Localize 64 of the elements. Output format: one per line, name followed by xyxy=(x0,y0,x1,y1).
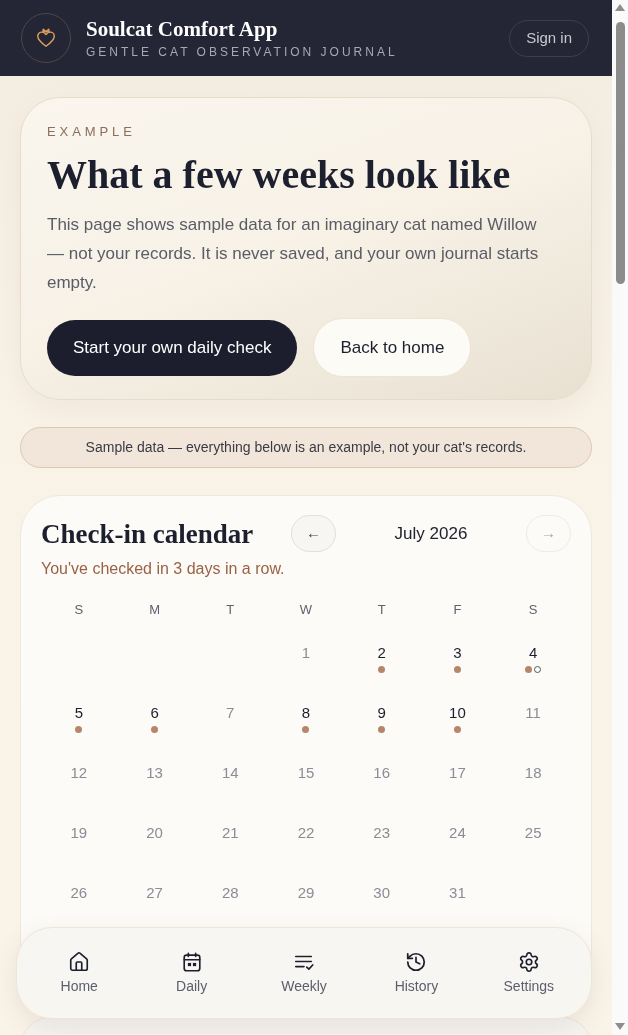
calendar-day[interactable]: 4 xyxy=(528,643,538,663)
calendar-day[interactable]: 1 xyxy=(301,643,311,663)
weekday-label: T xyxy=(226,602,235,618)
calendar-day[interactable]: 7 xyxy=(226,703,235,723)
heart-icon xyxy=(35,27,57,49)
scrollbar-thumb[interactable] xyxy=(615,22,625,284)
settings-icon xyxy=(517,951,540,973)
nav-tab[interactable]: Home xyxy=(23,943,136,1003)
nav-tab[interactable]: Daily xyxy=(135,943,248,1003)
calendar-day[interactable]: 23 xyxy=(373,823,391,843)
calendar-icon xyxy=(180,951,203,973)
calendar-day[interactable]: 29 xyxy=(297,883,315,903)
hero-description: This page shows sample data for an imaginary cat named Willow — not your records. It is never saved, and your own journal starts empty. xyxy=(47,214,540,294)
calendar-day[interactable]: 26 xyxy=(70,883,88,903)
calendar-title: Check-in calendar xyxy=(41,517,254,550)
weekday-label: W xyxy=(299,602,313,618)
scroll-up-arrow-icon[interactable] xyxy=(615,4,625,11)
home-icon xyxy=(68,951,91,973)
eyebrow-label: EXAMPLE xyxy=(47,124,137,140)
calendar-day[interactable]: 12 xyxy=(70,763,88,783)
history-icon xyxy=(405,951,428,973)
calendar-day[interactable]: 30 xyxy=(373,883,391,903)
calendar-day[interactable]: 15 xyxy=(297,763,315,783)
calendar-day[interactable]: 16 xyxy=(373,763,391,783)
calendar-day[interactable]: 20 xyxy=(146,823,163,843)
weekday-label: S xyxy=(74,602,84,618)
calendar-day[interactable]: 24 xyxy=(449,823,466,843)
month-label: July 2026 xyxy=(393,522,469,545)
calendar-day[interactable]: 10 xyxy=(449,703,466,723)
weekday-label: S xyxy=(528,602,538,618)
calendar-day[interactable]: 18 xyxy=(524,763,542,783)
calendar-day[interactable]: 14 xyxy=(221,763,239,783)
nav-tab[interactable]: Settings xyxy=(472,943,586,1003)
weekday-label: T xyxy=(377,602,386,618)
hero-title: What a few weeks look like xyxy=(47,152,512,198)
calendar-day[interactable]: 6 xyxy=(150,703,159,723)
scrollbar[interactable] xyxy=(612,0,628,1035)
back-home-button[interactable]: Back to home xyxy=(313,318,472,377)
nav-tab[interactable]: History xyxy=(360,943,473,1003)
calendar-day[interactable]: 11 xyxy=(525,703,541,723)
nav-tab[interactable]: Weekly xyxy=(247,943,361,1003)
previous-month-button[interactable]: ← xyxy=(291,515,336,552)
app-subtitle: GENTLE CAT OBSERVATION JOURNAL xyxy=(86,45,398,60)
calendar-day[interactable]: 8 xyxy=(301,703,311,723)
calendar-day[interactable]: 28 xyxy=(221,883,239,903)
streak-message: You've checked in 3 days in a row. xyxy=(41,559,286,579)
calendar-day[interactable]: 22 xyxy=(297,823,315,843)
calendar-day[interactable]: 21 xyxy=(221,823,239,843)
weekday-label: F xyxy=(453,602,462,618)
calendar-day[interactable]: 19 xyxy=(70,823,88,843)
sample-data-notice: Sample data — everything below is an example, not your cat's records. xyxy=(20,427,592,468)
calendar-day[interactable]: 9 xyxy=(377,703,386,723)
scroll-down-arrow-icon[interactable] xyxy=(615,1023,625,1030)
calendar-day[interactable]: 25 xyxy=(524,823,542,843)
app-title: Soulcat Comfort App xyxy=(86,16,279,42)
calendar-day[interactable]: 5 xyxy=(74,703,83,723)
start-daily-check-button[interactable]: Start your own daily check xyxy=(47,319,298,376)
calendar-day[interactable]: 13 xyxy=(146,763,163,783)
calendar-day[interactable]: 27 xyxy=(146,883,163,903)
calendar-day[interactable]: 17 xyxy=(449,763,466,783)
calendar-day[interactable]: 2 xyxy=(377,643,386,663)
calendar-day[interactable]: 3 xyxy=(453,643,462,663)
calendar-day[interactable]: 31 xyxy=(449,883,466,903)
weekday-label: M xyxy=(149,602,160,618)
